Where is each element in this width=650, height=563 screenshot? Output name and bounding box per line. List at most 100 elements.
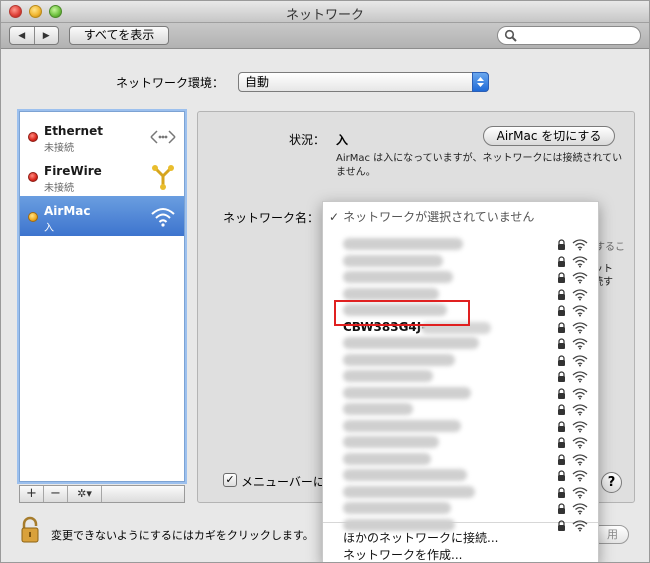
blurred-network-name xyxy=(343,254,443,267)
network-item[interactable] xyxy=(323,518,598,534)
service-status: 入 xyxy=(44,223,54,234)
toolbar: ◀ ▶ すべてを表示 xyxy=(1,23,649,49)
service-list-toolbar: + − ✲▾ xyxy=(19,485,185,503)
help-button[interactable]: ? xyxy=(601,472,622,493)
menu-header-text: ネットワークが選択されていません xyxy=(343,210,535,224)
partial-text: するこ xyxy=(595,242,625,253)
location-value: 自動 xyxy=(245,75,270,89)
turn-airmac-off-button[interactable]: AirMac を切にする xyxy=(483,126,615,146)
checkmark-icon: ✓ xyxy=(329,210,340,224)
service-name: FireWire xyxy=(44,164,102,178)
lock-icon xyxy=(558,486,565,498)
lock-icon xyxy=(558,371,565,382)
network-item[interactable] xyxy=(323,270,598,286)
status-dot-red xyxy=(28,132,38,142)
highlight-box xyxy=(334,300,470,326)
blurred-network-name xyxy=(343,518,455,531)
network-item[interactable] xyxy=(323,336,598,352)
network-item[interactable] xyxy=(323,369,598,385)
lock-hint-text: 変更できないようにするにはカギをクリックします。 xyxy=(51,529,314,542)
wifi-signal-icon xyxy=(572,255,588,267)
blurred-network-name xyxy=(343,436,439,448)
wifi-signal-icon xyxy=(572,453,588,465)
lock-icon xyxy=(558,239,565,250)
network-item[interactable] xyxy=(323,237,598,253)
title-bar: ネットワーク xyxy=(1,1,649,23)
wifi-signal-icon xyxy=(572,272,588,284)
lock-icon xyxy=(558,321,565,333)
network-item[interactable] xyxy=(323,254,598,270)
blurred-network-name xyxy=(343,419,461,432)
back-forward-control: ◀ ▶ xyxy=(9,26,59,45)
window-title: ネットワーク xyxy=(285,8,364,23)
network-item[interactable] xyxy=(323,435,598,451)
wifi-signal-icon xyxy=(572,354,588,366)
service-status: 未接続 xyxy=(44,183,74,194)
search-field[interactable] xyxy=(497,26,641,45)
forward-button[interactable]: ▶ xyxy=(33,27,59,44)
add-service-button[interactable]: + xyxy=(20,486,44,502)
blurred-network-name xyxy=(343,337,479,349)
wifi-signal-icon xyxy=(572,239,588,251)
show-in-menubar-label: メニューバーに xyxy=(241,475,325,489)
wifi-signal-icon xyxy=(572,519,588,531)
wifi-signal-icon xyxy=(572,470,588,482)
network-item[interactable] xyxy=(323,468,598,484)
network-item[interactable] xyxy=(323,419,598,435)
blurred-network-name xyxy=(343,485,475,498)
network-name-label: ネットワーク名： xyxy=(223,211,320,225)
blurred-network-name xyxy=(343,271,453,283)
show-all-button[interactable]: すべてを表示 xyxy=(69,26,169,45)
lock-icon xyxy=(558,503,565,514)
blurred-network-name xyxy=(343,386,471,399)
blurred-network-name xyxy=(343,469,467,481)
wifi-signal-icon xyxy=(572,420,588,432)
lock-icon[interactable] xyxy=(19,516,45,544)
wifi-signal-icon xyxy=(572,404,588,416)
lock-icon xyxy=(558,288,565,300)
menu-header[interactable]: ✓ ネットワークが選択されていません xyxy=(329,208,534,225)
wifi-signal-icon xyxy=(572,338,588,350)
service-name: AirMac xyxy=(44,204,91,218)
back-button[interactable]: ◀ xyxy=(10,27,34,44)
lock-icon xyxy=(558,387,565,399)
network-dropdown-menu: ✓ ネットワークが選択されていません ほかのネットワークに接続... ネットワーク… xyxy=(322,201,599,562)
network-item[interactable] xyxy=(323,452,598,468)
service-item-ethernet[interactable]: Ethernet 未接続 xyxy=(20,116,184,156)
wifi-signal-icon xyxy=(572,288,588,300)
remove-service-button[interactable]: − xyxy=(44,486,68,502)
blurred-network-name xyxy=(343,452,431,465)
ethernet-icon xyxy=(150,130,176,144)
blurred-network-name xyxy=(343,370,433,382)
network-item[interactable] xyxy=(323,501,598,517)
status-dot-yellow xyxy=(28,212,38,222)
lock-icon xyxy=(558,338,565,349)
blurred-network-name xyxy=(343,238,463,250)
location-label: ネットワーク環境： xyxy=(116,76,225,90)
status-label: 状況： xyxy=(289,133,326,147)
network-preferences-window: ネットワーク ◀ ▶ すべてを表示 ネットワーク環境： 自動 Ethernet … xyxy=(0,0,650,563)
create-network-item[interactable]: ネットワークを作成... xyxy=(343,546,462,562)
status-value: 入 xyxy=(336,133,349,147)
show-in-menubar-checkbox[interactable]: ✓ xyxy=(223,473,237,487)
wifi-signal-icon xyxy=(572,305,588,317)
status-dot-red xyxy=(28,172,38,182)
network-item[interactable] xyxy=(323,386,598,402)
network-item[interactable] xyxy=(323,353,598,369)
network-item[interactable] xyxy=(323,402,598,418)
location-select[interactable]: 自動 xyxy=(238,72,489,92)
gear-menu-button[interactable]: ✲▾ xyxy=(68,486,102,502)
lock-icon xyxy=(558,272,565,283)
blurred-network-name xyxy=(343,403,413,415)
wifi-signal-icon xyxy=(572,486,588,498)
lock-icon xyxy=(558,255,565,267)
blurred-network-name xyxy=(343,502,451,514)
network-item[interactable] xyxy=(323,485,598,501)
wifi-signal-icon xyxy=(572,371,588,383)
blurred-network-name xyxy=(343,287,439,300)
service-item-firewire[interactable]: FireWire 未接続 xyxy=(20,156,184,196)
service-item-airmac[interactable]: AirMac 入 xyxy=(20,196,184,236)
firewire-icon xyxy=(152,165,174,190)
select-stepper-icon xyxy=(472,72,489,92)
search-icon xyxy=(504,29,517,42)
